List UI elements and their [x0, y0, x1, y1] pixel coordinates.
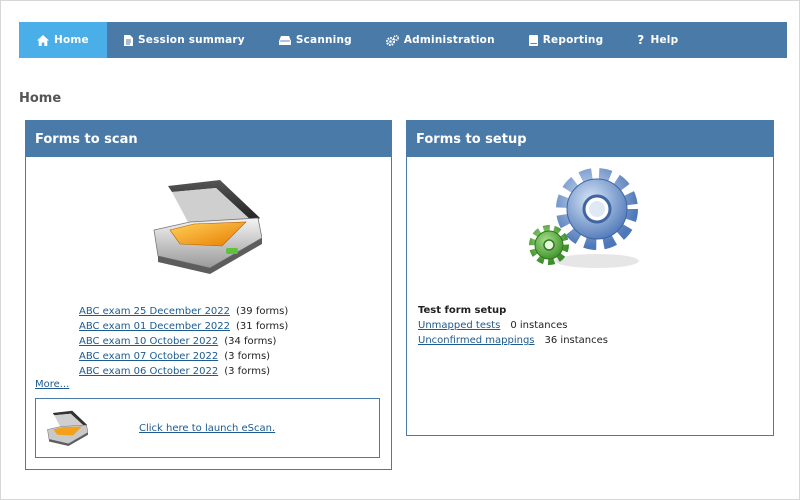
nav-home[interactable]: Home — [19, 22, 107, 58]
document-icon — [124, 34, 133, 46]
gears-icon — [385, 34, 399, 46]
exam-item: ABC exam 06 October 2022 (3 forms) — [79, 364, 288, 379]
question-icon: ? — [637, 33, 645, 47]
exam-link[interactable]: ABC exam 07 October 2022 — [79, 351, 218, 362]
setup-row-unconfirmed: Unconfirmed mappings 36 instances — [418, 335, 608, 346]
unmapped-tests-link[interactable]: Unmapped tests — [418, 320, 500, 331]
exam-item: ABC exam 10 October 2022 (34 forms) — [79, 334, 288, 349]
exam-item: ABC exam 01 December 2022 (31 forms) — [79, 319, 288, 334]
nav-session-summary[interactable]: Session summary — [107, 22, 262, 58]
unconfirmed-mappings-count: 36 instances — [544, 335, 608, 346]
exam-count: (3 forms) — [224, 366, 271, 377]
scanner-small-icon — [47, 410, 88, 446]
nav-scanning-label: Scanning — [295, 34, 352, 46]
nav-session-summary-label: Session summary — [138, 34, 245, 46]
page-title: Home — [19, 91, 62, 106]
launch-escan-link[interactable]: Click here to launch eScan. — [139, 423, 275, 434]
test-form-setup-title: Test form setup — [418, 305, 507, 316]
nav-administration-label: Administration — [403, 34, 495, 46]
exam-list: ABC exam 25 December 2022 (39 forms) ABC … — [79, 304, 288, 379]
nav-reporting[interactable]: Reporting — [512, 22, 621, 58]
exam-link[interactable]: ABC exam 06 October 2022 — [79, 366, 218, 377]
home-icon — [37, 34, 49, 46]
unmapped-tests-count: 0 instances — [510, 320, 568, 331]
setup-row-unmapped: Unmapped tests 0 instances — [418, 320, 567, 331]
more-link[interactable]: More... — [35, 379, 69, 390]
exam-item: ABC exam 25 December 2022 (39 forms) — [79, 304, 288, 319]
exam-count: (3 forms) — [224, 351, 271, 362]
forms-to-setup-header: Forms to setup — [407, 121, 773, 157]
main-navbar: Home Session summary Scanning Administra… — [19, 22, 787, 58]
nav-administration[interactable]: Administration — [369, 22, 512, 58]
launch-escan-box[interactable]: Click here to launch eScan. — [35, 398, 380, 458]
nav-scanning[interactable]: Scanning — [262, 22, 369, 58]
exam-link[interactable]: ABC exam 25 December 2022 — [79, 306, 230, 317]
exam-count: (34 forms) — [224, 336, 277, 347]
gears-illustration-icon — [529, 168, 639, 268]
exam-item: ABC exam 07 October 2022 (3 forms) — [79, 349, 288, 364]
exam-link[interactable]: ABC exam 10 October 2022 — [79, 336, 218, 347]
nav-home-label: Home — [54, 34, 89, 46]
book-icon — [528, 34, 538, 46]
exam-link[interactable]: ABC exam 01 December 2022 — [79, 321, 230, 332]
scanner-illustration-icon — [153, 180, 262, 274]
unconfirmed-mappings-link[interactable]: Unconfirmed mappings — [418, 335, 535, 346]
nav-reporting-label: Reporting — [542, 34, 604, 46]
exam-count: (39 forms) — [236, 306, 289, 317]
scanner-icon — [278, 35, 291, 45]
forms-to-setup-panel: Forms to setup Test form setup Unmapped … — [406, 120, 774, 436]
nav-help[interactable]: ? Help — [620, 22, 695, 58]
exam-count: (31 forms) — [236, 321, 289, 332]
forms-to-scan-header: Forms to scan — [26, 121, 391, 157]
forms-to-scan-panel: Forms to scan ABC exam 25 December 2022 (… — [25, 120, 392, 470]
nav-help-label: Help — [650, 34, 679, 46]
